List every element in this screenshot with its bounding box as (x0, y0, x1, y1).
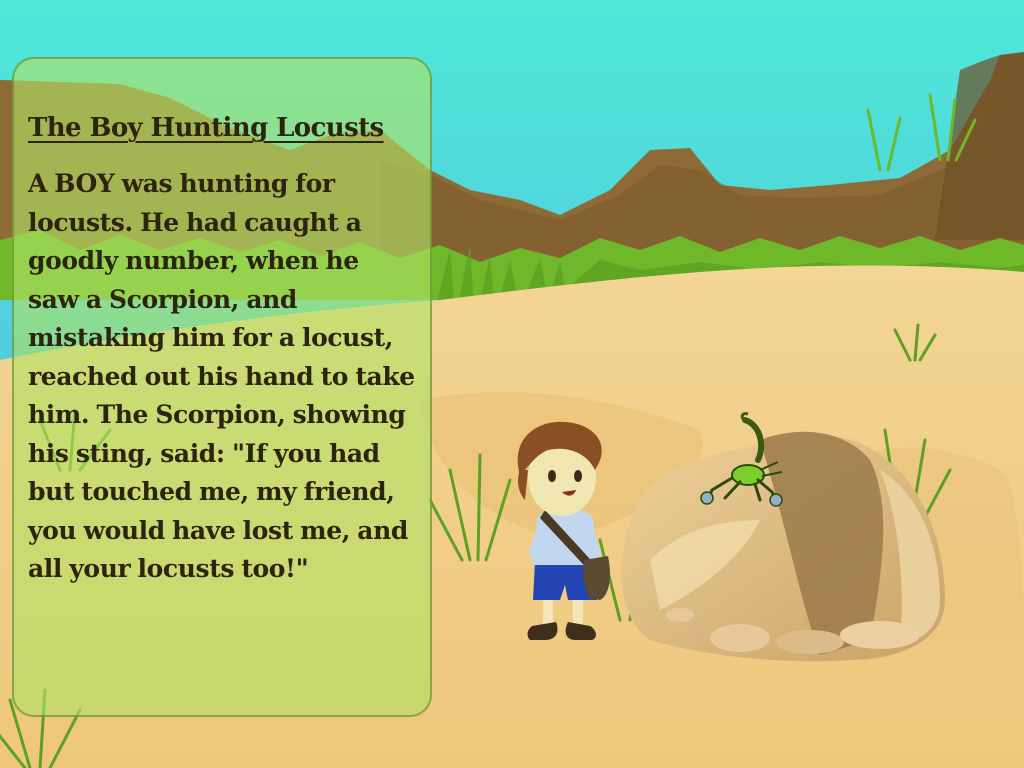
story-title: The Boy Hunting Locusts (28, 113, 384, 143)
story-text: A BOY was hunting for locusts. He had ca… (28, 169, 415, 583)
story-panel: The Boy Hunting Locusts A BOY was huntin… (12, 57, 432, 717)
story-page: The Boy Hunting Locusts A BOY was huntin… (0, 0, 1024, 768)
